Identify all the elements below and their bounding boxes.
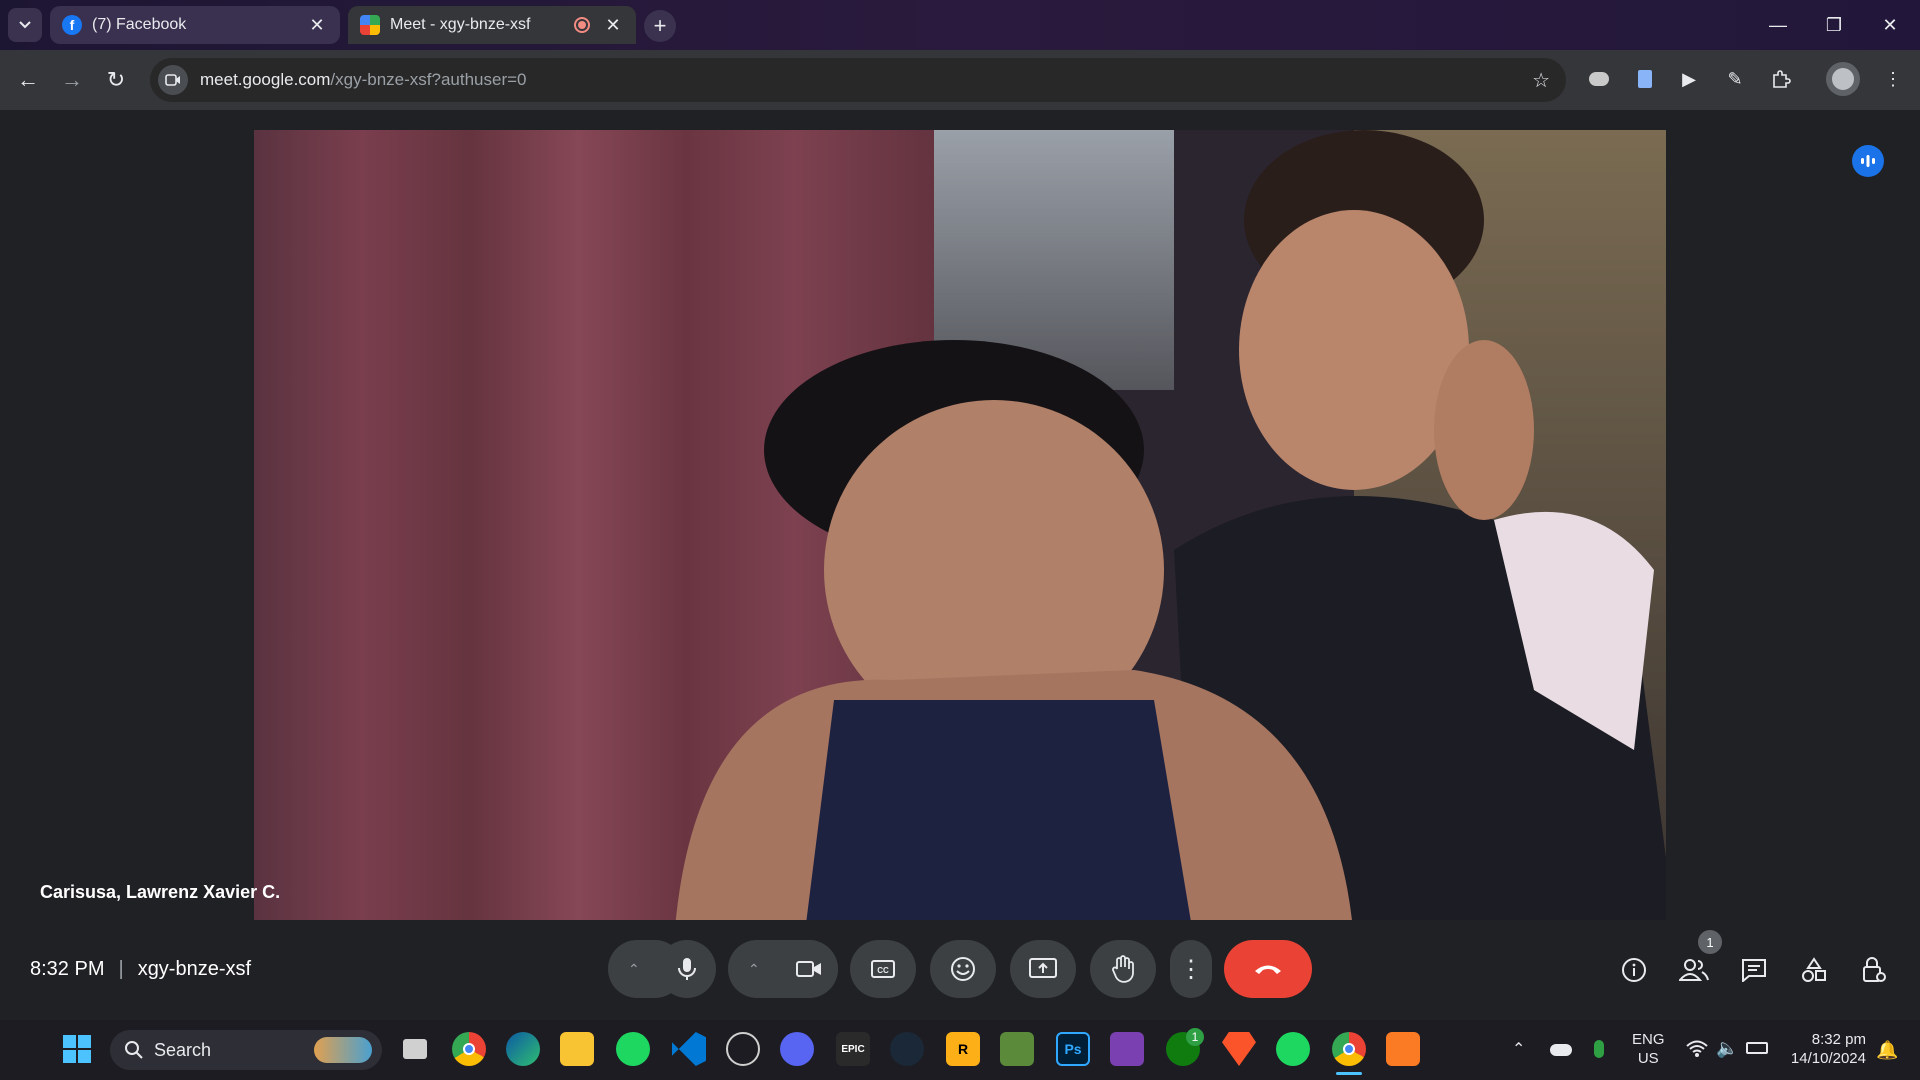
more-options-button[interactable]: ⋮ (1170, 940, 1212, 998)
microphone-in-use-icon[interactable] (1594, 1040, 1604, 1058)
chevron-down-icon (19, 21, 31, 29)
reactions-button[interactable] (930, 940, 996, 998)
onedrive-icon[interactable] (1550, 1044, 1572, 1056)
tab-facebook[interactable]: f (7) Facebook ✕ (50, 6, 340, 44)
participant-figure (675, 340, 1352, 920)
google-meet-icon (360, 15, 380, 35)
task-view-icon[interactable] (398, 1032, 432, 1066)
video-options-chevron-icon[interactable]: ⌃ (748, 961, 760, 978)
people-icon (1679, 959, 1709, 981)
extension-icon[interactable] (1582, 62, 1616, 96)
activities-icon (1802, 957, 1826, 982)
minimize-button[interactable]: — (1758, 8, 1798, 42)
profile-avatar[interactable] (1826, 62, 1860, 96)
audio-options-chevron-icon[interactable]: ⌃ (628, 961, 640, 978)
hand-icon (1112, 955, 1134, 983)
notification-bell-icon[interactable]: 🔔 (1876, 1040, 1898, 1061)
lock-person-icon (1863, 957, 1886, 982)
meeting-time: 8:32 PM (30, 958, 105, 980)
restore-button[interactable]: ❐ (1814, 8, 1854, 42)
activities-button[interactable] (1794, 950, 1834, 990)
tab-title: (7) Facebook (92, 16, 187, 33)
volume-icon[interactable]: 🔈 (1716, 1038, 1738, 1059)
reload-button[interactable]: ↻ (98, 62, 134, 98)
menu-kebab-icon[interactable]: ⋮ (1876, 62, 1910, 96)
people-count-badge: 1 (1698, 930, 1722, 954)
extension-icon[interactable] (1628, 62, 1662, 96)
rockstar-icon[interactable]: R (946, 1032, 980, 1066)
present-screen-button[interactable] (1010, 940, 1076, 998)
tab-title: Meet - xgy-bnze-xsf (390, 16, 531, 33)
chat-icon (1742, 959, 1766, 982)
separator: | (118, 958, 124, 980)
speaking-indicator-icon (1852, 145, 1884, 177)
participant-video[interactable] (254, 130, 1666, 920)
participant-name: Carisusa, Lawrenz Xavier C. (40, 882, 281, 902)
chat-button[interactable] (1734, 950, 1774, 990)
discord-icon[interactable] (780, 1032, 814, 1066)
forward-button[interactable]: → (54, 62, 90, 98)
tab-close-button[interactable]: ✕ (306, 15, 328, 36)
steam-icon[interactable] (890, 1032, 924, 1066)
tray-overflow-icon[interactable]: ⌃ (1512, 1040, 1525, 1059)
file-explorer-icon[interactable] (560, 1032, 594, 1066)
site-info-icon[interactable] (158, 65, 188, 95)
chrome-active-icon[interactable] (1332, 1032, 1366, 1066)
new-tab-button[interactable]: + (644, 10, 676, 42)
spotify-icon[interactable] (1276, 1032, 1310, 1066)
xampp-icon[interactable] (1386, 1032, 1420, 1066)
info-icon (1622, 958, 1646, 982)
puzzle-icon[interactable] (1764, 62, 1798, 96)
tab-search-button[interactable] (8, 8, 42, 42)
battery-icon[interactable] (1746, 1042, 1768, 1054)
meeting-code: xgy-bnze-xsf (137, 958, 252, 980)
spotify-icon[interactable] (616, 1032, 650, 1066)
meeting-details-button[interactable] (1614, 950, 1654, 990)
bookmark-star-icon[interactable]: ☆ (1532, 68, 1550, 93)
search-placeholder: Search (154, 1039, 212, 1060)
people-button[interactable] (1674, 950, 1714, 990)
camera-button[interactable] (780, 940, 838, 998)
chrome-icon[interactable] (452, 1032, 486, 1066)
photoshop-icon[interactable]: Ps (1056, 1032, 1090, 1066)
back-button[interactable]: ← (10, 62, 46, 98)
wifi-icon[interactable] (1686, 1040, 1708, 1063)
windows-start-icon[interactable] (60, 1032, 94, 1066)
extension-icon[interactable]: ✎ (1718, 62, 1752, 96)
extension-icon[interactable]: ▶ (1672, 62, 1706, 96)
microphone-button[interactable] (658, 940, 716, 998)
active-app-indicator (1336, 1072, 1362, 1075)
search-icon (125, 1041, 143, 1059)
taskbar-search[interactable]: Search (110, 1030, 382, 1070)
hang-up-icon (1255, 965, 1281, 974)
microphone-icon (678, 958, 696, 980)
meeting-info: 8:32 PM | xgy-bnze-xsf (30, 958, 251, 981)
captions-button[interactable]: CC (850, 940, 916, 998)
xbox-badge: 1 (1186, 1028, 1204, 1046)
epic-games-icon[interactable]: EPIC (836, 1032, 870, 1066)
leave-call-button[interactable] (1224, 940, 1312, 998)
raise-hand-button[interactable] (1090, 940, 1156, 998)
host-controls-button[interactable] (1854, 950, 1894, 990)
tab-meet[interactable]: Meet - xgy-bnze-xsf ✕ (348, 6, 636, 44)
recording-icon (574, 17, 590, 33)
minecraft-icon[interactable] (1000, 1032, 1034, 1066)
emoji-icon (951, 957, 975, 981)
address-bar[interactable]: meet.google.com/xgy-bnze-xsf?authuser=0 … (150, 58, 1566, 102)
captions-icon: CC (871, 960, 895, 978)
obs-icon[interactable] (726, 1032, 760, 1066)
svg-text:CC: CC (877, 966, 889, 975)
facebook-icon: f (62, 15, 82, 35)
edge-icon[interactable] (506, 1032, 540, 1066)
url-text: meet.google.com/xgy-bnze-xsf?authuser=0 (200, 70, 527, 89)
close-window-button[interactable]: ✕ (1870, 8, 1910, 42)
present-screen-icon (1029, 958, 1057, 978)
system-clock[interactable]: 8:32 pm 14/10/2024 (1786, 1030, 1866, 1068)
language-indicator[interactable]: ENG US (1632, 1030, 1665, 1068)
camera-icon (796, 961, 821, 977)
more-vert-icon: ⋮ (1179, 955, 1203, 983)
tab-close-button[interactable]: ✕ (602, 15, 624, 36)
search-highlight-image (314, 1037, 372, 1063)
app-icon[interactable] (1110, 1032, 1144, 1066)
